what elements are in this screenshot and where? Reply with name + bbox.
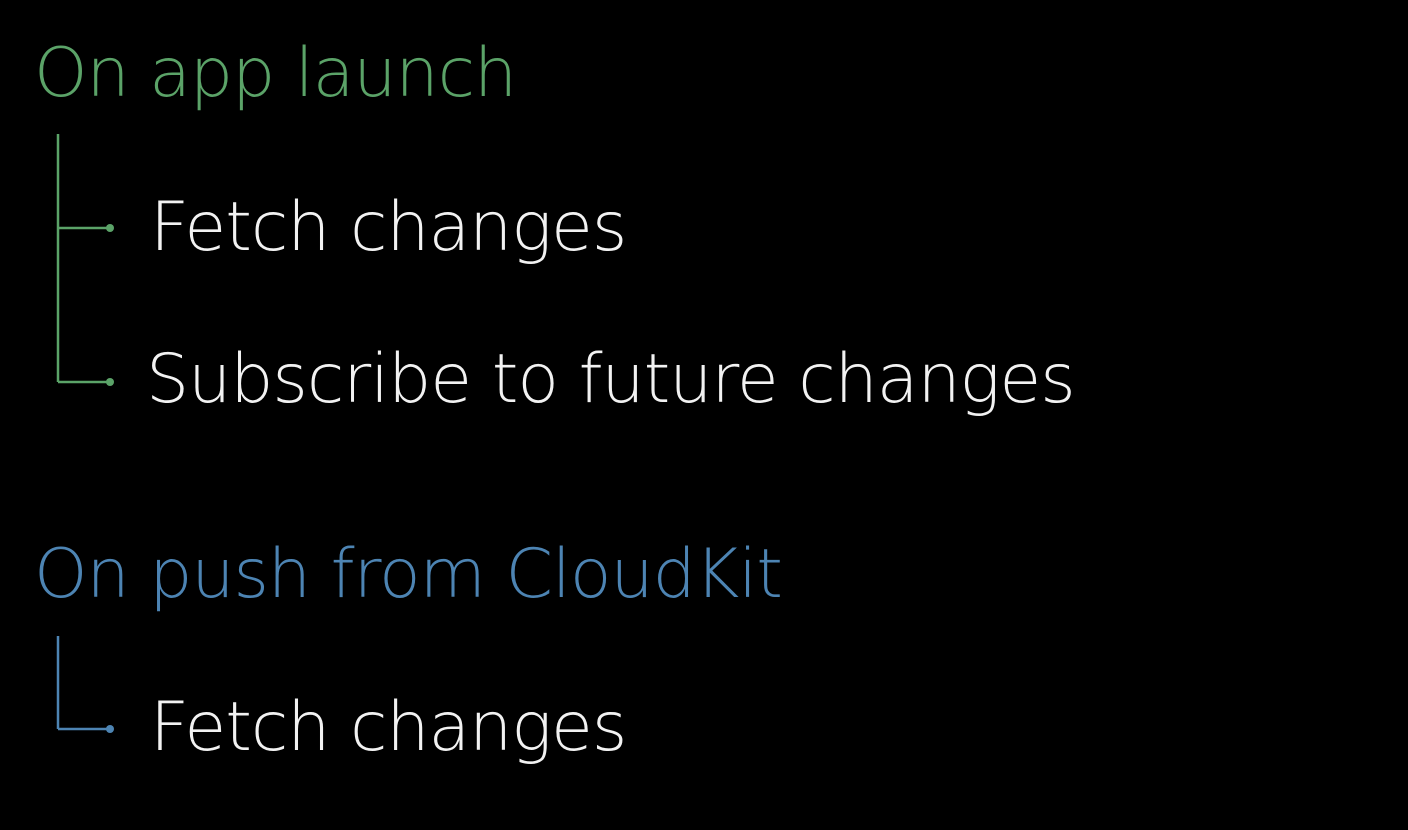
group-1-item-fetch-changes: Fetch changes	[150, 188, 627, 267]
group-1-heading: On app launch	[34, 34, 517, 113]
group-1-branch-dot-1	[106, 224, 114, 232]
group-1-connectors	[56, 134, 114, 386]
group-2-item-fetch-changes: Fetch changes	[150, 688, 627, 767]
group-1-branch-dot-2	[106, 378, 114, 386]
group-2-heading: On push from CloudKit	[34, 535, 783, 614]
group-1-item-subscribe: Subscribe to future changes	[146, 340, 1076, 419]
group-2-branch-dot-1	[106, 725, 114, 733]
group-2-connectors	[56, 636, 114, 733]
slide-canvas: On app launch Fetch changes Subscribe to…	[0, 0, 1408, 830]
